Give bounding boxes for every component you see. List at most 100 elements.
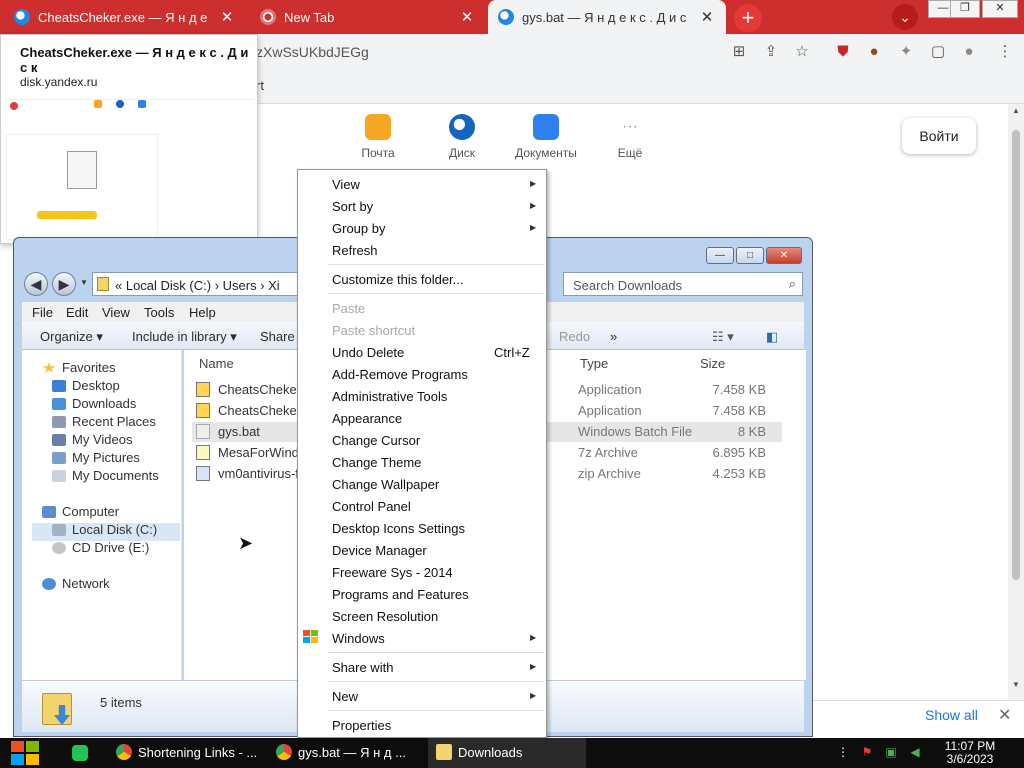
taskbar-item-gys-bat[interactable]: gys.bat — Я н д ... (268, 738, 426, 768)
url-text[interactable]: zXwSsUKbdJEGg (256, 44, 369, 60)
menu-item-programs-and-features[interactable]: Programs and Features (332, 587, 469, 602)
profile-icon[interactable]: ● (960, 43, 978, 61)
menu-item-sort-by[interactable]: Sort by (332, 199, 373, 214)
organize-button[interactable]: Organize ▾ (40, 329, 103, 345)
more-commands-button[interactable]: » (610, 329, 617, 344)
tray-network-icon[interactable]: ▣ (884, 745, 898, 759)
menu-item-change-cursor[interactable]: Change Cursor (332, 433, 420, 448)
tray-flag-icon[interactable]: ⚑ (860, 745, 874, 759)
explorer-maximize-button[interactable]: □ (736, 247, 764, 264)
tab-new-tab[interactable]: New Tab ✕ (250, 0, 486, 34)
nav-network[interactable]: Network (42, 576, 110, 591)
history-chevron-icon[interactable]: ▼ (80, 278, 88, 287)
menu-item-change-theme[interactable]: Change Theme (332, 455, 421, 470)
tray-overflow-icon[interactable]: ⋮ (836, 745, 850, 759)
menu-item-appearance[interactable]: Appearance (332, 411, 402, 426)
share-button[interactable]: Share (260, 329, 295, 344)
new-tab-button[interactable]: + (734, 4, 762, 32)
menu-item-freeware-sys[interactable]: Freeware Sys - 2014 (332, 565, 453, 580)
scroll-down-icon[interactable]: ▼ (1008, 680, 1024, 689)
translate-icon[interactable]: ⊞ (730, 43, 748, 61)
tab-search-chevron-icon[interactable]: ⌄ (892, 4, 918, 30)
menu-help[interactable]: Help (189, 305, 216, 320)
preview-pane-icon[interactable]: ◧ (766, 329, 778, 345)
nav-computer[interactable]: Computer (42, 504, 119, 519)
breadcrumb-path[interactable]: « Local Disk (C:) › Users › Xi (115, 278, 280, 293)
menu-view[interactable]: View (102, 305, 130, 320)
window-restore-button[interactable]: ❐ (950, 0, 980, 18)
bookmark-star-icon[interactable]: ☆ (793, 43, 811, 61)
include-in-library-button[interactable]: Include in library ▾ (132, 329, 237, 345)
show-all-downloads-link[interactable]: Show all (925, 707, 978, 723)
search-icon[interactable]: ⌕ (789, 276, 796, 292)
tab-close-icon[interactable]: ✕ (698, 8, 716, 26)
extension-ublock-icon[interactable]: ⛊ (834, 43, 852, 61)
nav-cd-drive[interactable]: CD Drive (E:) (52, 540, 149, 555)
menu-item-properties[interactable]: Properties (332, 718, 391, 733)
menu-item-control-panel[interactable]: Control Panel (332, 499, 411, 514)
redo-button[interactable]: Redo (559, 329, 590, 344)
menu-item-view[interactable]: View (332, 177, 360, 192)
side-panel-icon[interactable]: ▢ (929, 43, 947, 61)
menu-file[interactable]: File (32, 305, 53, 320)
menu-item-paste-shortcut[interactable]: Paste shortcut (332, 323, 415, 338)
menu-edit[interactable]: Edit (66, 305, 88, 320)
scroll-up-icon[interactable]: ▲ (1008, 106, 1024, 115)
menu-item-desktop-icons-settings[interactable]: Desktop Icons Settings (332, 521, 465, 536)
menu-tools[interactable]: Tools (144, 305, 174, 320)
nav-recent-places[interactable]: Recent Places (52, 414, 156, 429)
menu-item-customize-folder[interactable]: Customize this folder... (332, 272, 464, 287)
tab-gys-bat[interactable]: gys.bat — Я н д е к с . Д и с ✕ (488, 0, 726, 34)
start-button-windows-icon[interactable] (8, 738, 42, 768)
menu-item-add-remove-programs[interactable]: Add-Remove Programs (332, 367, 468, 382)
nav-downloads[interactable]: Downloads (52, 396, 136, 411)
scrollbar-thumb[interactable] (1012, 130, 1020, 580)
tray-volume-icon[interactable]: ◀ (908, 745, 922, 759)
menu-kebab-icon[interactable]: ⋮ (996, 43, 1014, 61)
menu-item-windows[interactable]: Windows (332, 631, 385, 646)
menu-item-group-by[interactable]: Group by (332, 221, 385, 236)
nav-my-documents[interactable]: My Documents (52, 468, 159, 483)
explorer-close-button[interactable]: ✕ (766, 247, 802, 264)
service-documents[interactable]: Документы (506, 114, 586, 160)
back-arrow-icon[interactable]: ◀ (24, 272, 48, 296)
system-clock[interactable]: 11:07 PM 3/6/2023 (930, 740, 1010, 766)
menu-item-share-with[interactable]: Share with (332, 660, 393, 675)
menu-item-administrative-tools[interactable]: Administrative Tools (332, 389, 447, 404)
tab-cheatscheker[interactable]: CheatsCheker.exe — Я н д е ✕ (4, 0, 246, 34)
taskbar-item-downloads[interactable]: Downloads (428, 738, 586, 768)
page-scrollbar[interactable]: ▲ ▼ (1008, 104, 1024, 700)
nav-favorites[interactable]: Favorites (42, 360, 115, 375)
menu-item-screen-resolution[interactable]: Screen Resolution (332, 609, 438, 624)
nav-my-videos[interactable]: My Videos (52, 432, 132, 447)
service-more[interactable]: ··· Ещё (590, 114, 670, 160)
login-button[interactable]: Войти (902, 118, 976, 154)
tab-close-icon[interactable]: ✕ (458, 8, 476, 26)
menu-item-change-wallpaper[interactable]: Change Wallpaper (332, 477, 439, 492)
menu-item-refresh[interactable]: Refresh (332, 243, 378, 258)
service-disk[interactable]: Диск (422, 114, 502, 160)
extension-avatar-icon[interactable]: ● (865, 43, 883, 61)
view-options-icon[interactable]: ☷ ▾ (712, 329, 734, 345)
forward-arrow-icon[interactable]: ▶ (52, 272, 76, 296)
extensions-puzzle-icon[interactable]: ✦ (897, 43, 915, 61)
close-download-shelf-icon[interactable]: ✕ (998, 705, 1011, 725)
column-size[interactable]: Size (700, 356, 725, 371)
menu-item-device-manager[interactable]: Device Manager (332, 543, 427, 558)
column-type[interactable]: Type (580, 356, 608, 371)
nav-my-pictures[interactable]: My Pictures (52, 450, 140, 465)
menu-item-paste[interactable]: Paste (332, 301, 365, 316)
share-icon[interactable]: ⇪ (762, 43, 780, 61)
menu-item-new[interactable]: New (332, 689, 358, 704)
menu-item-undo-delete[interactable]: Undo Delete (332, 345, 404, 360)
pinned-app-icon[interactable] (72, 745, 88, 761)
taskbar-item-shortening-links[interactable]: Shortening Links - ... (108, 738, 264, 768)
explorer-minimize-button[interactable]: — (706, 247, 734, 264)
service-mail[interactable]: Почта (338, 114, 418, 160)
tab-close-icon[interactable]: ✕ (218, 8, 236, 26)
breadcrumb[interactable]: « Local Disk (C:) › Users › Xi (92, 272, 304, 296)
search-downloads-input[interactable]: Search Downloads ⌕ (563, 272, 803, 296)
nav-local-disk[interactable]: Local Disk (C:) (52, 522, 157, 537)
window-close-button[interactable]: ✕ (982, 0, 1018, 18)
column-name[interactable]: Name (199, 356, 234, 371)
